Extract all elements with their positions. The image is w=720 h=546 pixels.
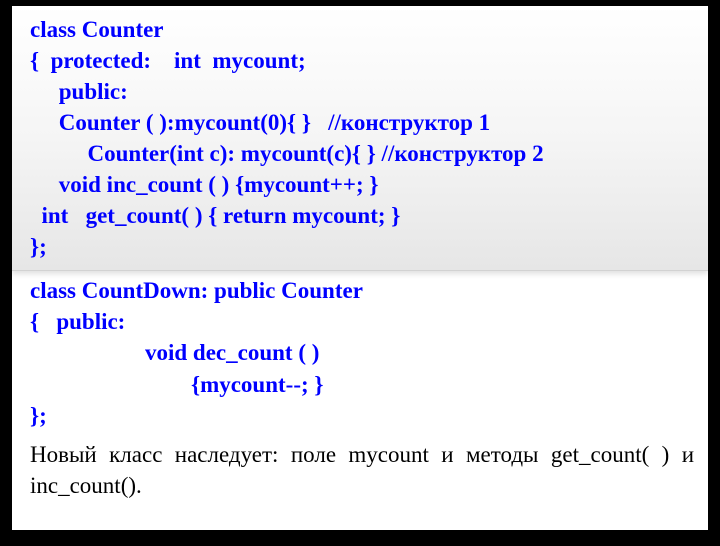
code-line: Counter ( ):mycount(0){ } //конструктор …	[30, 107, 696, 138]
code-line: int get_count( ) { return mycount; }	[30, 200, 696, 231]
slide: class Counter { protected: int mycount; …	[12, 6, 708, 530]
code-line: { protected: int mycount;	[30, 45, 696, 76]
code-line: };	[30, 231, 696, 262]
code-line: void inc_count ( ) {mycount++; }	[30, 169, 696, 200]
code-line: void dec_count ( )	[30, 337, 696, 368]
code-line: public:	[30, 76, 696, 107]
code-line: };	[30, 400, 696, 431]
code-line: { public:	[30, 306, 696, 337]
code-line: Counter(int c): mycount(c){ } //конструк…	[30, 138, 696, 169]
description-paragraph: Новый класс наследует: поле mycount и ме…	[12, 439, 708, 501]
code-line: {mycount--; }	[30, 369, 696, 400]
code-block-counter: class Counter { protected: int mycount; …	[12, 6, 708, 271]
code-line: class Counter	[30, 14, 696, 45]
code-line: class CountDown: public Counter	[30, 275, 696, 306]
code-block-countdown: class CountDown: public Counter { public…	[12, 271, 708, 438]
